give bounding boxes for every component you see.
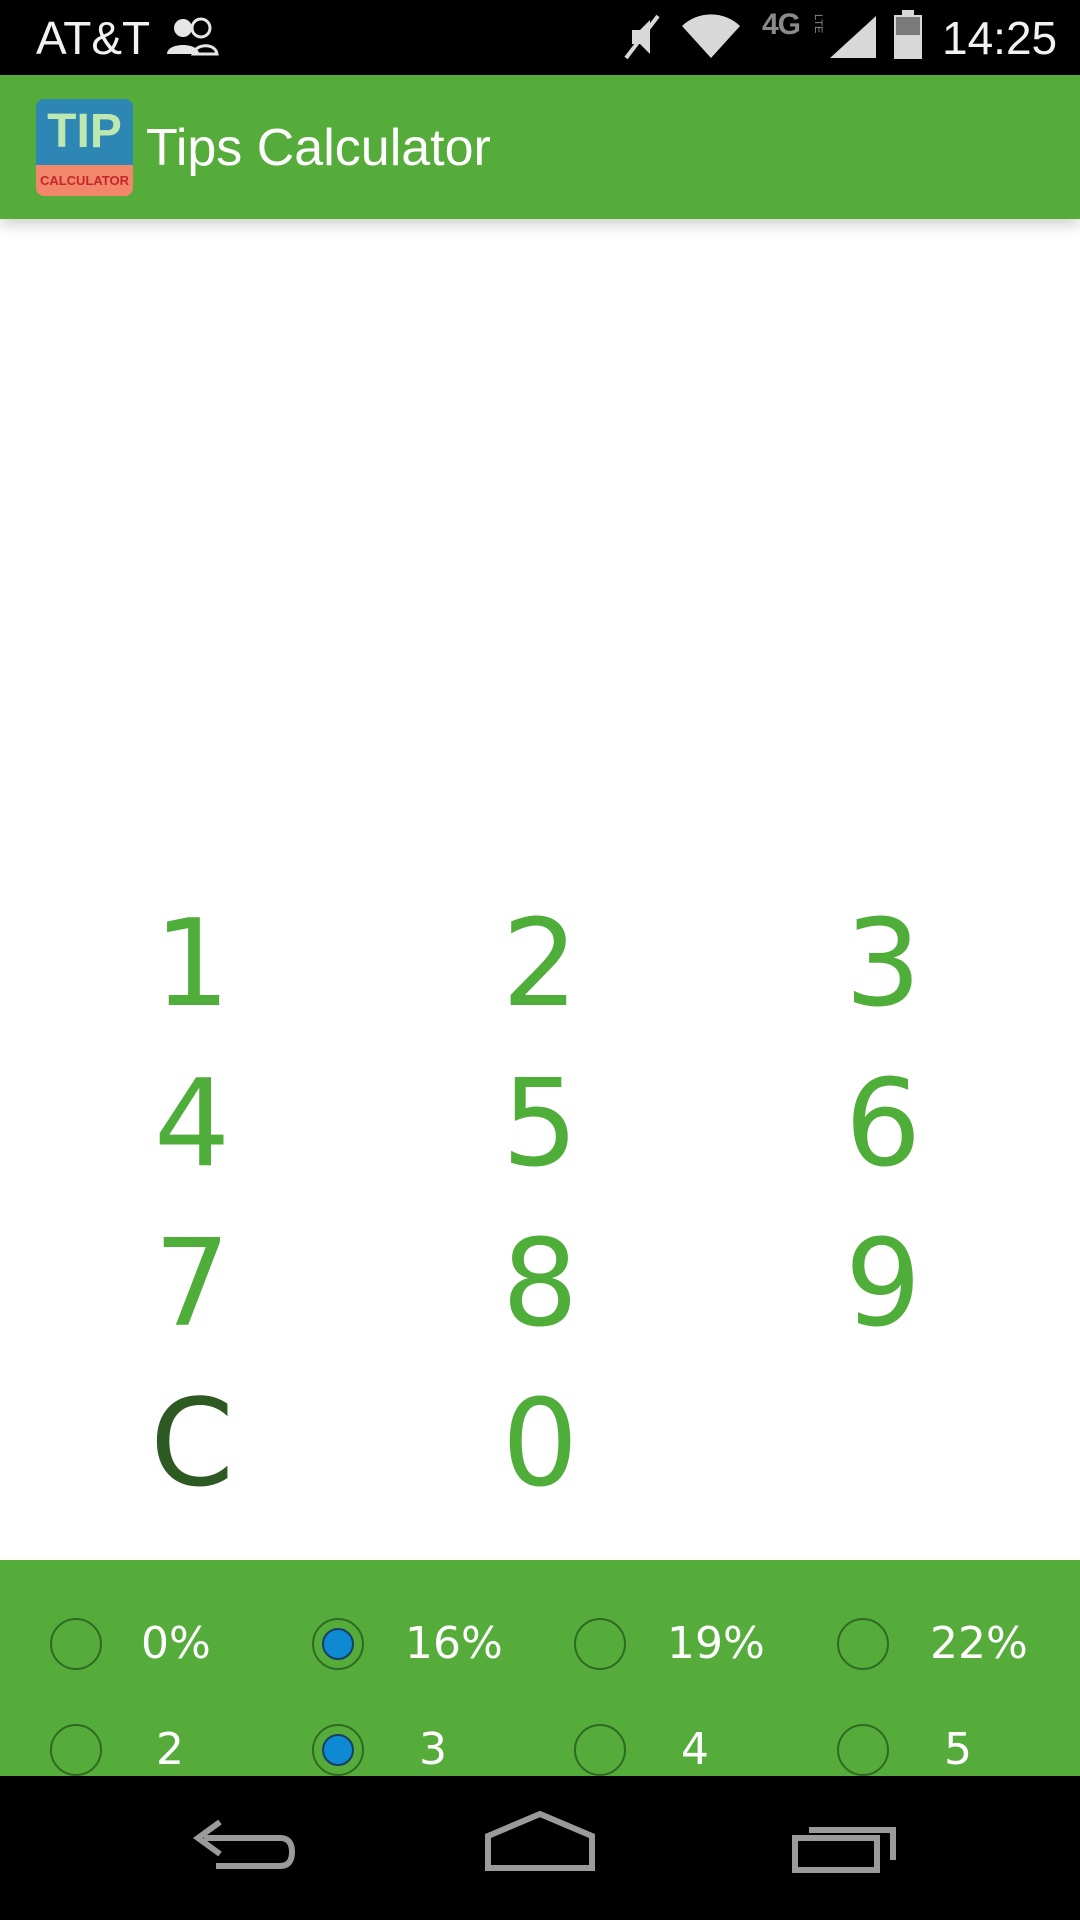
tip-option-label: 0% xyxy=(141,1618,211,1669)
tip-option-label: 19% xyxy=(667,1618,765,1669)
key-0[interactable]: 0 xyxy=(390,1370,690,1520)
battery-icon xyxy=(894,10,922,59)
key-4[interactable]: 4 xyxy=(42,1050,342,1200)
home-icon[interactable] xyxy=(480,1808,600,1888)
status-bar: AT&T 4G LTE 14:25 xyxy=(0,0,1080,75)
app-bar: TIP CALCULATOR Tips Calculator xyxy=(0,75,1080,219)
radio-button[interactable] xyxy=(574,1724,626,1776)
options-panel: 0% 16% 19% 22% 2 3 4 5 xyxy=(0,1560,1080,1776)
logo-main-text: TIP xyxy=(47,105,122,158)
key-8[interactable]: 8 xyxy=(390,1210,690,1360)
key-9[interactable]: 9 xyxy=(733,1210,1033,1360)
clear-key[interactable]: C xyxy=(42,1370,342,1520)
keypad: 1 2 3 4 5 6 7 8 9 C 0 xyxy=(0,890,1080,1560)
app-title: Tips Calculator xyxy=(146,119,491,177)
radio-button[interactable] xyxy=(50,1618,102,1670)
app-logo: TIP CALCULATOR xyxy=(36,99,133,196)
mute-icon xyxy=(624,14,660,60)
tip-option-label: 16% xyxy=(405,1618,503,1669)
key-6[interactable]: 6 xyxy=(733,1050,1033,1200)
key-7[interactable]: 7 xyxy=(42,1210,342,1360)
carrier-label: AT&T xyxy=(36,12,151,64)
key-2[interactable]: 2 xyxy=(390,890,690,1040)
radio-button[interactable] xyxy=(837,1724,889,1776)
back-icon[interactable] xyxy=(180,1808,300,1888)
radio-button[interactable] xyxy=(574,1618,626,1670)
signal-icon xyxy=(830,16,876,58)
network-sub: LTE xyxy=(812,14,824,34)
contacts-icon xyxy=(167,17,219,56)
tip-option-22[interactable]: 22% xyxy=(820,1604,1060,1684)
radio-button-selected[interactable] xyxy=(312,1618,364,1670)
key-1[interactable]: 1 xyxy=(42,890,342,1040)
key-3[interactable]: 3 xyxy=(733,890,1033,1040)
amount-display xyxy=(0,219,1080,889)
split-option-label: 5 xyxy=(944,1724,972,1775)
network-type: 4G xyxy=(762,8,801,41)
logo-sub-text: CALCULATOR xyxy=(36,165,133,196)
tip-option-16[interactable]: 16% xyxy=(295,1604,535,1684)
recents-icon[interactable] xyxy=(783,1808,903,1888)
split-option-label: 2 xyxy=(156,1724,184,1775)
tip-option-19[interactable]: 19% xyxy=(557,1604,797,1684)
tip-option-0[interactable]: 0% xyxy=(33,1604,273,1684)
wifi-icon xyxy=(682,14,740,59)
split-option-label: 4 xyxy=(681,1724,709,1775)
radio-button-selected[interactable] xyxy=(312,1724,364,1776)
radio-button[interactable] xyxy=(50,1724,102,1776)
key-5[interactable]: 5 xyxy=(390,1050,690,1200)
tip-option-label: 22% xyxy=(930,1618,1028,1669)
clock: 14:25 xyxy=(942,12,1058,64)
split-option-label: 3 xyxy=(419,1724,447,1775)
navigation-bar xyxy=(0,1776,1080,1920)
radio-button[interactable] xyxy=(837,1618,889,1670)
